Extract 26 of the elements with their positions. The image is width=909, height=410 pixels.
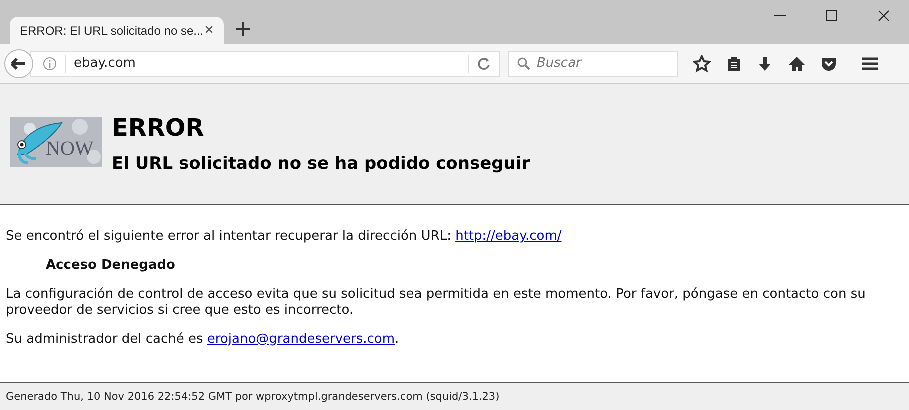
maximize-icon[interactable]	[825, 9, 839, 23]
address-field[interactable]: ebay.com	[30, 50, 500, 76]
star-icon[interactable]	[693, 54, 711, 72]
error-intro: Se encontró el siguiente error al intentar recuperar la dirección URL: http://ebay.com/	[6, 229, 563, 245]
error-name: Acceso Denegado	[46, 258, 176, 274]
squid-logo-drawing: NOW	[10, 117, 102, 167]
error-description: La configuración de control de acceso evita que su solicitud sea permitida en este momento. Por favor, póngase en contacto con su proveedor de servicios si cree que esto es incorrecto.	[6, 287, 867, 319]
reload-icon[interactable]	[477, 56, 491, 70]
home-icon[interactable]	[788, 56, 806, 72]
admin-text: Su administrador del caché es erojano@grandeservers.com.	[6, 332, 400, 348]
error-title: ERROR	[112, 114, 206, 142]
footer-text: Generado Thu, 10 Nov 2016 22:54:52 GMT por wproxytmpl.grandeservers.com (squid/3.1.23)	[6, 390, 500, 402]
close-tab-button[interactable]: ×	[204, 22, 214, 40]
menu-icon[interactable]	[861, 56, 879, 72]
close-icon[interactable]	[877, 9, 891, 23]
search-icon[interactable]	[517, 56, 531, 70]
new-tab-button[interactable]: +	[234, 19, 252, 41]
search-field[interactable]: Buscar	[508, 50, 678, 76]
info-icon[interactable]	[43, 56, 57, 70]
email-link[interactable]: erojano@grandeservers.com	[207, 332, 396, 347]
browser-tab[interactable]: ERROR: El URL solicitado no se...×	[10, 17, 224, 44]
back-icon[interactable]	[4, 48, 34, 78]
clipboard-icon[interactable]	[726, 56, 742, 72]
error-subtitle: El URL solicitado no se ha podido conseguir	[112, 154, 530, 174]
url-link[interactable]: http://ebay.com/	[456, 229, 562, 244]
download-icon[interactable]	[757, 56, 773, 72]
